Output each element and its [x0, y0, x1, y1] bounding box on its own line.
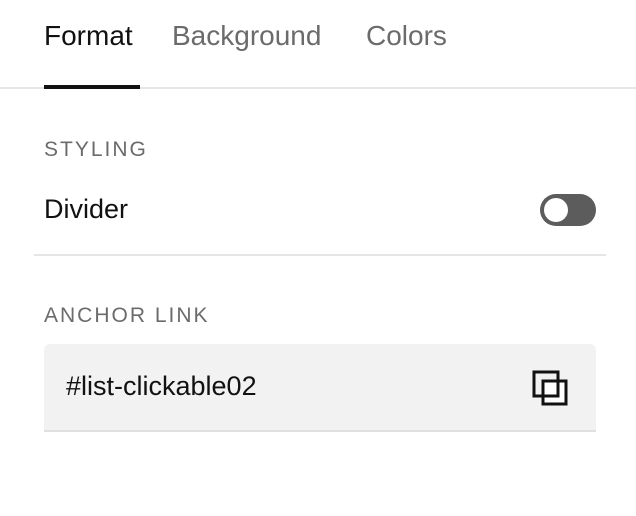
tab-format[interactable]: Format [44, 18, 133, 54]
toggle-knob [544, 198, 568, 222]
divider-toggle[interactable] [540, 194, 596, 226]
anchor-link-value[interactable]: #list-clickable02 [66, 371, 257, 402]
section-divider [34, 254, 606, 256]
anchor-link-field[interactable]: #list-clickable02 [44, 344, 596, 432]
anchor-link-section-label: ANCHOR LINK [44, 304, 210, 327]
tab-background[interactable]: Background [172, 18, 321, 54]
copy-icon [532, 370, 568, 406]
divider-label: Divider [44, 194, 129, 224]
active-tab-indicator [44, 85, 140, 89]
tab-colors[interactable]: Colors [366, 18, 447, 54]
styling-section-label: STYLING [44, 138, 148, 161]
copy-button[interactable] [530, 368, 572, 410]
tab-bar: Format Background Colors [0, 0, 636, 89]
